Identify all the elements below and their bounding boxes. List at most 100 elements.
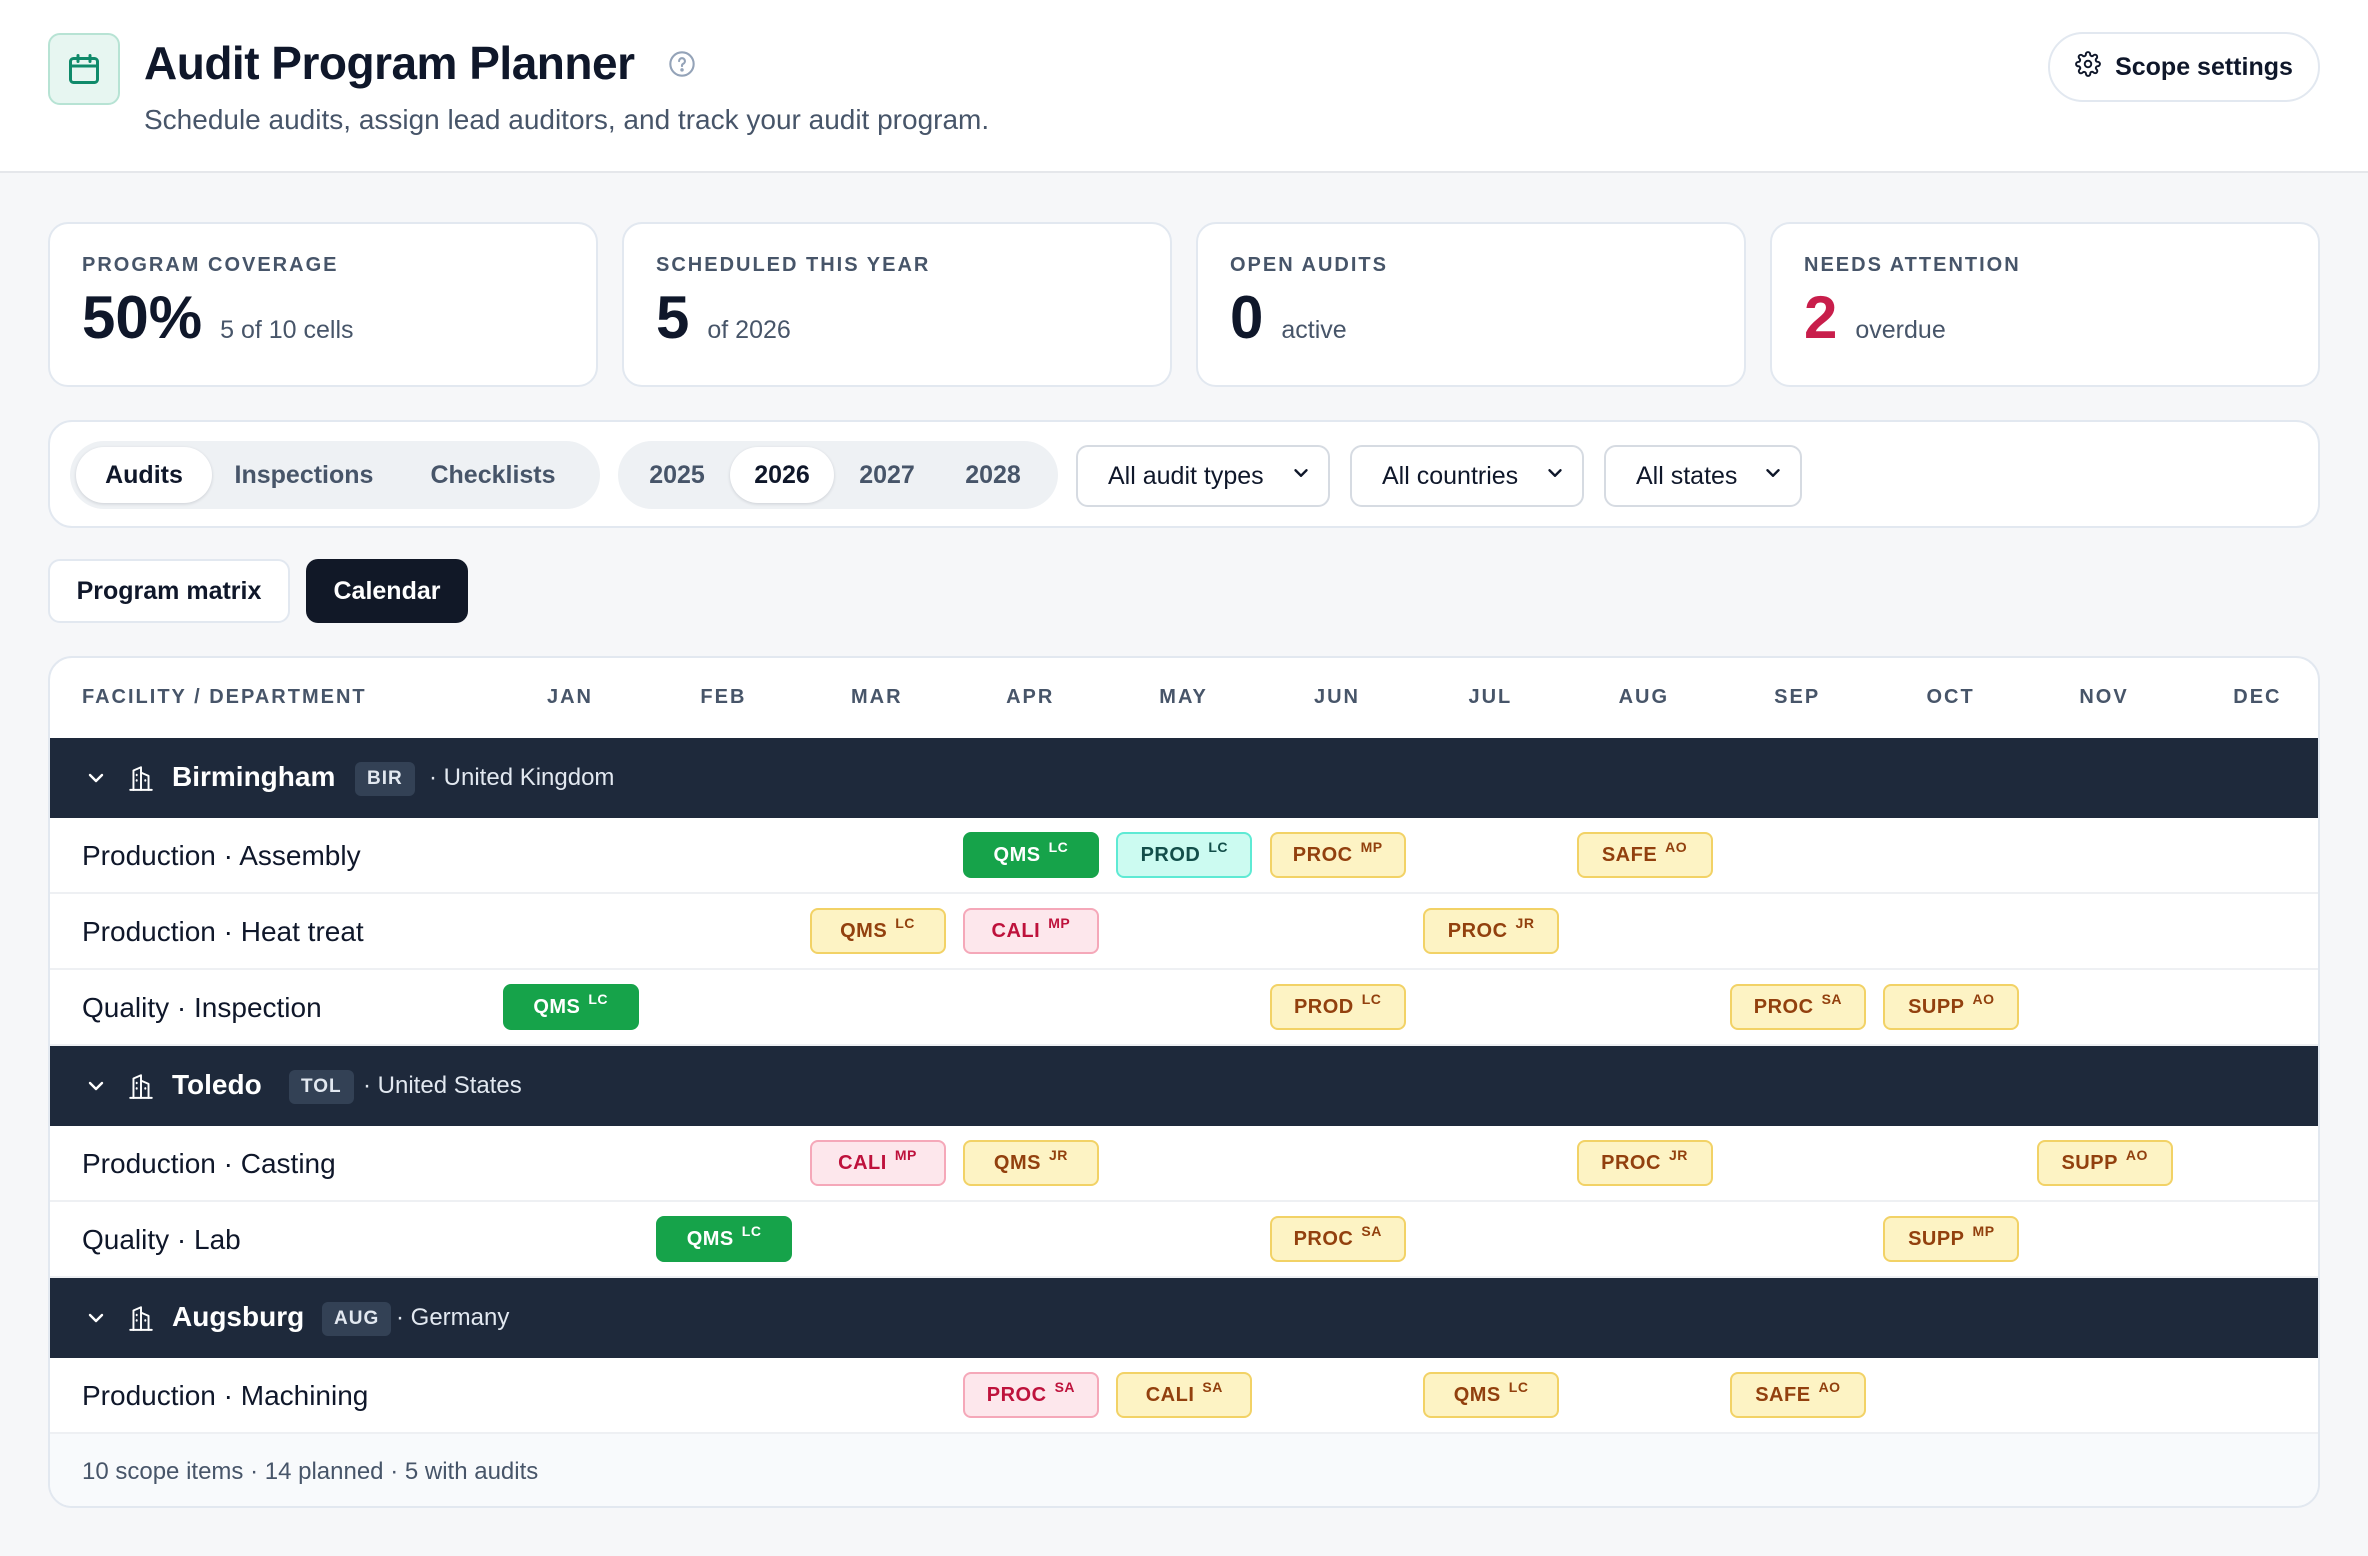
- department-row: Production · Machining PROC SA CALI SA QMS LC S…: [50, 1358, 2318, 1434]
- kpi-value: 2: [1804, 284, 1838, 351]
- audit-chip[interactable]: PROC SA: [1729, 984, 1866, 1030]
- department-row: Quality · Inspection QMS LC PROD LC PROC SA SUP…: [50, 970, 2318, 1046]
- month-header-aug: AUG: [1618, 686, 1670, 708]
- audit-chip[interactable]: SUPP MP: [1883, 1216, 2020, 1262]
- lead-auditor-initials: AO: [1665, 839, 1688, 855]
- audit-type: QMS: [1453, 1383, 1501, 1406]
- audit-chip[interactable]: CALI MP: [962, 908, 1099, 954]
- audit-type-value: All audit types: [1108, 461, 1264, 490]
- country-value: All countries: [1382, 461, 1519, 490]
- facility-row[interactable]: Augsburg AUG · Germany: [50, 1278, 2318, 1358]
- kpi-label: OPEN AUDITS: [1230, 254, 1388, 276]
- month-header-mar: MAR: [851, 686, 903, 708]
- department-row: Production · Assembly QMS LC PROD LC PROC MP SA…: [50, 818, 2318, 894]
- audit-chip[interactable]: PROC SA: [1269, 1216, 1406, 1262]
- lead-auditor-initials: JR: [1048, 1147, 1068, 1163]
- kpi-program-coverage: PROGRAM COVERAGE 50% 5 of 10 cells: [48, 222, 598, 387]
- kpi-value: 0: [1230, 284, 1264, 351]
- audit-chip[interactable]: SAFE AO: [1729, 1372, 1866, 1418]
- facility-country: · Germany: [396, 1304, 510, 1331]
- audit-type: SUPP: [2061, 1151, 2118, 1174]
- country-select[interactable]: All countries: [1350, 445, 1584, 507]
- department-label: Production · Assembly: [82, 840, 361, 871]
- department-row: Production · Casting CALI MP QMS JR PROC JR SUP…: [50, 1126, 2318, 1202]
- department-label: Quality · Lab: [82, 1224, 241, 1255]
- audit-chip[interactable]: PROD LC: [1116, 832, 1253, 878]
- audit-chip[interactable]: SUPP AO: [1883, 984, 2020, 1030]
- facility-name: Augsburg: [172, 1301, 305, 1332]
- audit-chip[interactable]: QMS LC: [962, 832, 1099, 878]
- audit-chip[interactable]: QMS JR: [962, 1140, 1099, 1186]
- audit-type: SAFE: [1755, 1383, 1811, 1406]
- program-matrix-button[interactable]: Program matrix: [48, 559, 290, 623]
- facility-row[interactable]: Birmingham BIR · United Kingdom: [50, 738, 2318, 818]
- department-row: Quality · Lab QMS LC PROC SA SUPP MP: [50, 1202, 2318, 1278]
- lead-auditor-initials: MP: [1972, 1223, 1995, 1239]
- facility-code-badge: BIR: [355, 762, 415, 796]
- chevron-down-icon: [1544, 462, 1566, 491]
- audit-chip[interactable]: PROC JR: [1576, 1140, 1713, 1186]
- year-2025[interactable]: 2025: [624, 447, 730, 503]
- lead-auditor-initials: LC: [1048, 839, 1069, 855]
- audit-type: SAFE: [1601, 843, 1658, 866]
- kpi-sub: active: [1281, 316, 1347, 344]
- facility-country: · United States: [363, 1072, 522, 1099]
- lead-auditor-initials: AO: [1972, 991, 1995, 1007]
- chevron-down-icon[interactable]: [84, 1074, 108, 1098]
- audit-type: PROC: [1753, 995, 1814, 1018]
- year-2027[interactable]: 2027: [834, 447, 940, 503]
- audit-chip[interactable]: CALI MP: [809, 1140, 946, 1186]
- lead-auditor-initials: LC: [895, 915, 915, 931]
- help-circle-icon[interactable]: [668, 50, 696, 78]
- audit-chip[interactable]: QMS LC: [502, 984, 639, 1030]
- kpi-label: NEEDS ATTENTION: [1804, 254, 2021, 276]
- tab-checklists[interactable]: Checklists: [396, 447, 590, 503]
- department-label: Production · Machining: [82, 1380, 369, 1411]
- lead-auditor-initials: SA: [1202, 1379, 1223, 1395]
- scope-settings-button[interactable]: Scope settings: [2048, 32, 2320, 102]
- kpi-scheduled-this-year: SCHEDULED THIS YEAR 5 of 2026: [622, 222, 1172, 387]
- audit-type: PROC: [1447, 919, 1508, 942]
- audit-type: QMS: [993, 1151, 1041, 1174]
- audit-chip[interactable]: QMS LC: [809, 908, 946, 954]
- audit-chip[interactable]: PROC JR: [1423, 908, 1560, 954]
- tab-inspections[interactable]: Inspections: [212, 447, 396, 503]
- audit-chip[interactable]: PROD LC: [1269, 984, 1406, 1030]
- lead-auditor-initials: LC: [1361, 991, 1382, 1007]
- audit-chip[interactable]: QMS LC: [656, 1216, 793, 1262]
- lead-auditor-initials: AO: [1818, 1379, 1841, 1395]
- year-2028[interactable]: 2028: [940, 447, 1046, 503]
- month-header-oct: OCT: [1926, 686, 1975, 708]
- lead-auditor-initials: MP: [1048, 915, 1071, 931]
- department-label: Quality · Inspection: [82, 992, 322, 1023]
- audit-type: QMS: [686, 1227, 734, 1250]
- calendar-button[interactable]: Calendar: [306, 559, 468, 623]
- chevron-down-icon[interactable]: [84, 1306, 108, 1330]
- audit-chip[interactable]: SUPP AO: [2036, 1140, 2173, 1186]
- kpi-label: SCHEDULED THIS YEAR: [656, 254, 931, 276]
- scope-settings-label: Scope settings: [2115, 52, 2293, 81]
- state-value: All states: [1636, 461, 1738, 490]
- audit-chip[interactable]: PROC MP: [1269, 832, 1406, 878]
- audit-type: PROC: [986, 1383, 1047, 1406]
- chevron-down-icon[interactable]: [84, 766, 108, 790]
- year-2026[interactable]: 2026: [730, 447, 834, 503]
- audit-chip[interactable]: PROC SA: [962, 1372, 1099, 1418]
- month-header-jul: JUL: [1468, 686, 1513, 708]
- lead-auditor-initials: AO: [2125, 1147, 2148, 1163]
- calendar-icon: [48, 33, 120, 105]
- facility-row[interactable]: Toledo TOL · United States: [50, 1046, 2318, 1126]
- state-select[interactable]: All states: [1604, 445, 1802, 507]
- facility-name: Toledo: [172, 1069, 262, 1100]
- mode-segmented-control: Audits Inspections Checklists: [70, 441, 600, 509]
- audit-chip[interactable]: SAFE AO: [1576, 832, 1713, 878]
- kpi-sub: 5 of 10 cells: [220, 316, 354, 344]
- facility-name: Birmingham: [172, 761, 336, 792]
- audit-chip[interactable]: QMS LC: [1423, 1372, 1560, 1418]
- audit-type: SUPP: [1908, 1227, 1965, 1250]
- chevron-down-icon: [1762, 462, 1784, 491]
- audit-type-select[interactable]: All audit types: [1076, 445, 1330, 507]
- tab-audits[interactable]: Audits: [76, 447, 212, 503]
- audit-chip[interactable]: CALI SA: [1116, 1372, 1253, 1418]
- lead-auditor-initials: JR: [1515, 915, 1535, 931]
